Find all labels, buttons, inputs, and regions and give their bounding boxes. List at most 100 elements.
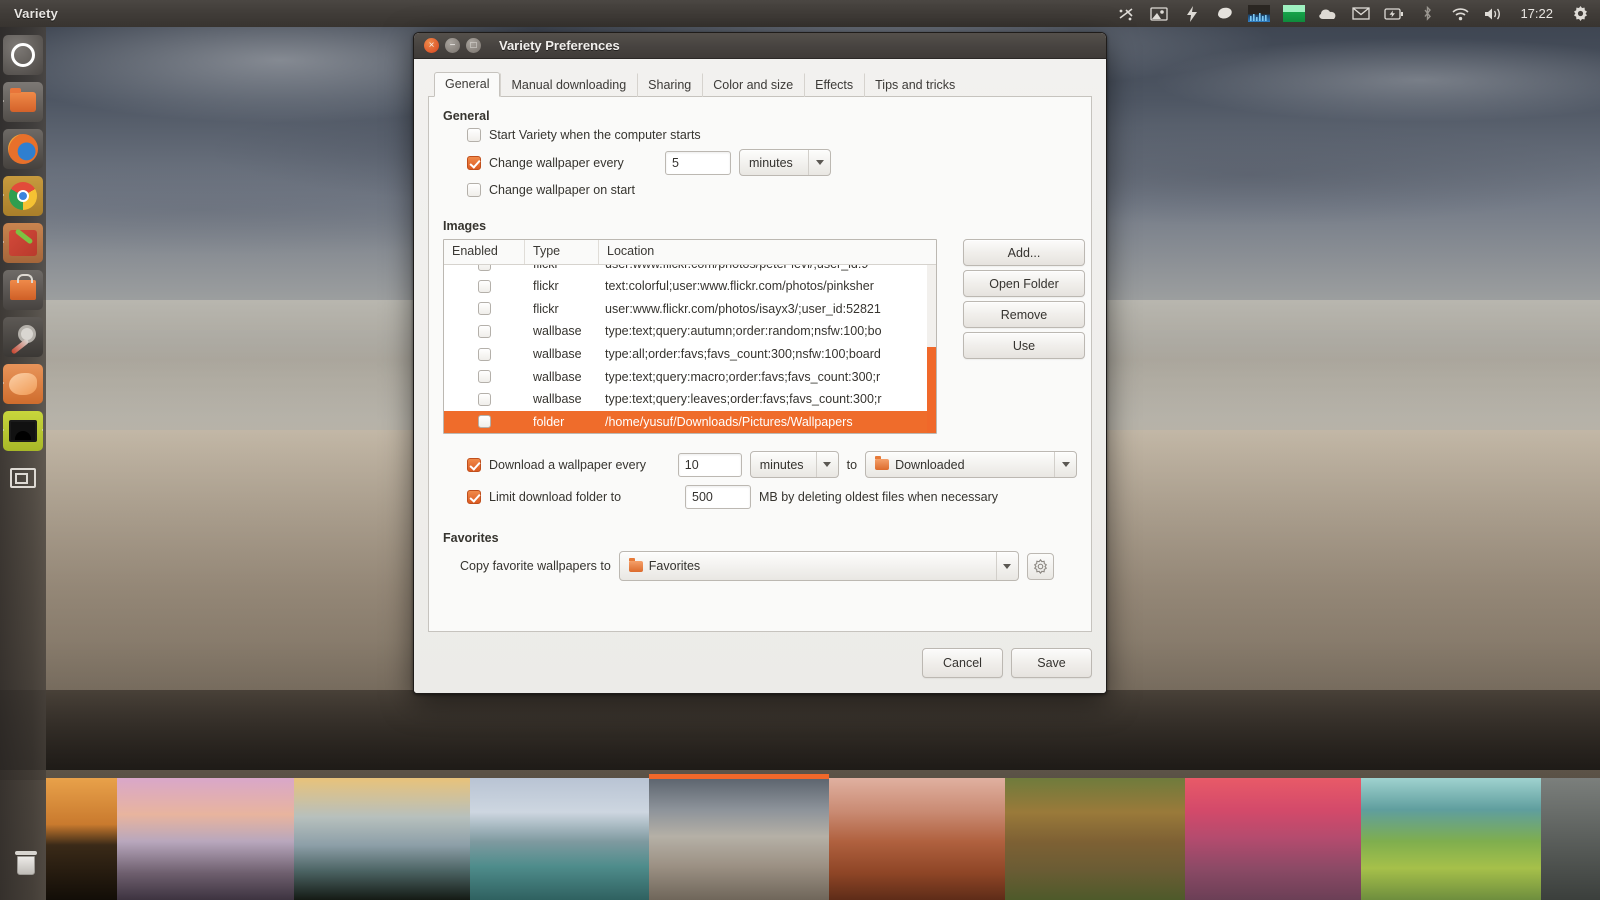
minimize-button[interactable]: − bbox=[445, 38, 460, 53]
maximize-button[interactable]: □ bbox=[466, 38, 481, 53]
volume-icon[interactable] bbox=[1483, 5, 1503, 23]
table-row[interactable]: wallbase type:text;query:autumn;order:ra… bbox=[444, 320, 936, 343]
row-enabled-checkbox[interactable] bbox=[478, 370, 491, 383]
table-row[interactable]: wallbase type:text;query:macro;order:fav… bbox=[444, 365, 936, 388]
change-every-value-input[interactable]: 5 bbox=[665, 151, 731, 175]
tab-tips-and-tricks[interactable]: Tips and tricks bbox=[864, 73, 966, 97]
images-table-scrollbar[interactable] bbox=[927, 265, 936, 434]
start-on-boot-checkbox[interactable] bbox=[467, 128, 481, 142]
change-every-row[interactable]: Change wallpaper every 5 minutes bbox=[467, 149, 1077, 176]
network-vpn-icon[interactable] bbox=[1116, 5, 1136, 23]
use-button[interactable]: Use bbox=[963, 332, 1085, 359]
row-enabled-checkbox[interactable] bbox=[478, 348, 491, 361]
change-every-unit-select[interactable]: minutes bbox=[739, 149, 831, 176]
trash-icon[interactable] bbox=[6, 843, 46, 883]
tab-effects[interactable]: Effects bbox=[804, 73, 864, 97]
thumb-layered-hills[interactable] bbox=[294, 778, 470, 900]
thumb-madrid-cityscape[interactable] bbox=[649, 778, 829, 900]
cancel-button[interactable]: Cancel bbox=[922, 648, 1003, 678]
table-row[interactable]: wallbase type:all;order:favs;favs_count:… bbox=[444, 343, 936, 366]
gear-icon[interactable] bbox=[1570, 5, 1590, 23]
add-button[interactable]: Add... bbox=[963, 239, 1085, 266]
table-row-selected[interactable]: folder /home/yusuf/Downloads/Pictures/Wa… bbox=[444, 411, 936, 434]
table-row[interactable]: flickr text:colorful;user:www.flickr.com… bbox=[444, 275, 936, 298]
open-folder-button[interactable]: Open Folder bbox=[963, 270, 1085, 297]
tab-sharing[interactable]: Sharing bbox=[637, 73, 702, 97]
download-every-value-input[interactable]: 10 bbox=[678, 453, 742, 477]
favorites-settings-button[interactable] bbox=[1027, 553, 1054, 580]
change-on-start-row[interactable]: Change wallpaper on start bbox=[467, 183, 1077, 197]
panel-clock[interactable]: 17:22 bbox=[1516, 6, 1557, 21]
start-on-boot-row[interactable]: Start Variety when the computer starts bbox=[467, 128, 1077, 142]
bluetooth-icon[interactable] bbox=[1417, 5, 1437, 23]
power-bolt-icon[interactable] bbox=[1182, 5, 1202, 23]
table-row[interactable]: wallbase type:text;query:leaves;order:fa… bbox=[444, 388, 936, 411]
download-folder-select[interactable]: Downloaded bbox=[865, 451, 1077, 478]
dialog-titlebar[interactable]: × − □ Variety Preferences bbox=[414, 33, 1106, 59]
download-every-unit-select[interactable]: minutes bbox=[750, 451, 839, 478]
close-button[interactable]: × bbox=[424, 38, 439, 53]
panel-app-title[interactable]: Variety bbox=[14, 6, 58, 21]
row-location: type:text;query:macro;order:favs;favs_co… bbox=[599, 370, 936, 384]
download-every-checkbox[interactable] bbox=[467, 458, 481, 472]
row-type: wallbase bbox=[525, 392, 599, 406]
row-enabled-checkbox[interactable] bbox=[478, 325, 491, 338]
column-header-enabled[interactable]: Enabled bbox=[444, 240, 525, 264]
scrollbar-thumb[interactable] bbox=[927, 347, 936, 434]
row-type: flickr bbox=[525, 302, 599, 316]
column-header-location[interactable]: Location bbox=[599, 240, 936, 264]
limit-download-value-input[interactable]: 500 bbox=[685, 485, 751, 509]
download-every-row[interactable]: Download a wallpaper every 10 minutes to… bbox=[467, 451, 1077, 478]
thumb-red-rock-canyon[interactable] bbox=[829, 778, 1005, 900]
tab-general[interactable]: General bbox=[434, 72, 500, 97]
images-table-body: flickr text:colorful;user:www.flickr.com… bbox=[444, 275, 936, 433]
chrome-icon[interactable] bbox=[3, 176, 43, 216]
wifi-icon[interactable] bbox=[1450, 5, 1470, 23]
save-button[interactable]: Save bbox=[1011, 648, 1092, 678]
change-every-checkbox[interactable] bbox=[467, 156, 481, 170]
memory-indicator-icon[interactable] bbox=[1283, 5, 1305, 22]
images-table-partial-row[interactable]: flickr user:www.flickr.com/photos/peter … bbox=[444, 265, 936, 275]
row-enabled-checkbox[interactable] bbox=[478, 415, 491, 428]
folder-icon bbox=[629, 561, 643, 572]
row-enabled-checkbox[interactable] bbox=[478, 393, 491, 406]
gear-icon bbox=[1033, 559, 1048, 574]
favorites-folder-select[interactable]: Favorites bbox=[619, 551, 1019, 581]
tab-manual-downloading[interactable]: Manual downloading bbox=[500, 73, 637, 97]
change-on-start-checkbox[interactable] bbox=[467, 183, 481, 197]
variety-indicator-icon[interactable] bbox=[1215, 5, 1235, 23]
amazon-icon[interactable] bbox=[3, 364, 43, 404]
system-monitor-icon[interactable] bbox=[1248, 5, 1270, 22]
screenshot-icon[interactable] bbox=[1149, 5, 1169, 23]
ubuntu-dash-icon[interactable] bbox=[3, 35, 43, 75]
system-settings-icon[interactable] bbox=[3, 317, 43, 357]
firefox-icon[interactable] bbox=[3, 129, 43, 169]
limit-download-row[interactable]: Limit download folder to 500 MB by delet… bbox=[467, 485, 1077, 509]
thumb-santorini[interactable] bbox=[117, 778, 294, 900]
thumb-spirit-island-lake[interactable] bbox=[470, 778, 649, 900]
row-enabled-checkbox[interactable] bbox=[478, 302, 491, 315]
remove-button[interactable]: Remove bbox=[963, 301, 1085, 328]
thumb-vasco-bridge-sunset[interactable] bbox=[1185, 778, 1361, 900]
row-type: wallbase bbox=[525, 347, 599, 361]
images-table-header: Enabled Type Location bbox=[444, 240, 936, 265]
mail-icon[interactable] bbox=[1351, 5, 1371, 23]
thumb-guilin-rice-field[interactable] bbox=[1361, 778, 1541, 900]
weather-cloud-icon[interactable] bbox=[1318, 5, 1338, 23]
thumb-autumn-deer[interactable] bbox=[1005, 778, 1185, 900]
column-header-type[interactable]: Type bbox=[525, 240, 599, 264]
thumb-mountain-silhouette[interactable] bbox=[46, 778, 117, 900]
tab-color-and-size[interactable]: Color and size bbox=[702, 73, 804, 97]
chevron-down-icon bbox=[996, 552, 1018, 580]
gimp-icon[interactable] bbox=[3, 223, 43, 263]
row-enabled-checkbox[interactable] bbox=[478, 280, 491, 293]
battery-icon[interactable] bbox=[1384, 5, 1404, 23]
variety-icon[interactable] bbox=[3, 411, 43, 451]
limit-download-checkbox[interactable] bbox=[467, 490, 481, 504]
workspace-switcher-icon[interactable] bbox=[3, 458, 43, 498]
thumb-partial[interactable] bbox=[1541, 778, 1600, 900]
files-icon[interactable] bbox=[3, 82, 43, 122]
software-center-icon[interactable] bbox=[3, 270, 43, 310]
table-row[interactable]: flickr user:www.flickr.com/photos/isayx3… bbox=[444, 298, 936, 321]
images-table[interactable]: Enabled Type Location flickr user:www.fl… bbox=[443, 239, 937, 434]
